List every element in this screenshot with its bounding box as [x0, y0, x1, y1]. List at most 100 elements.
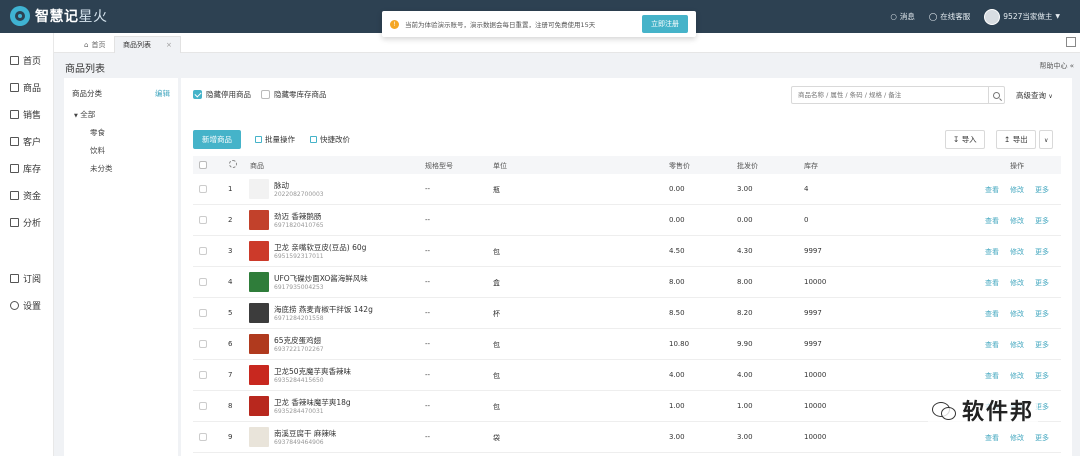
row-checkbox[interactable]	[199, 216, 207, 224]
nav-item-goods[interactable]: 商品	[10, 81, 41, 94]
view-link[interactable]: 查看	[985, 433, 999, 443]
nav-label: 订阅	[23, 275, 42, 285]
product-name[interactable]: 劲迈 香辣鹅肠	[274, 211, 321, 222]
edit-link[interactable]: 修改	[1010, 185, 1024, 195]
category-item[interactable]: 饮料	[90, 145, 105, 156]
stock-cell: 10000	[804, 278, 827, 286]
support-button[interactable]: ◯ 在线客服	[929, 11, 970, 22]
nav-item-inventory[interactable]: 库存	[10, 162, 41, 175]
stock-cell: 10000	[804, 433, 827, 441]
quick-price-button[interactable]: 快捷改价	[310, 134, 350, 145]
view-link[interactable]: 查看	[985, 278, 999, 288]
more-link[interactable]: 更多	[1035, 278, 1049, 288]
hide-zero-stock-checkbox[interactable]: 隐藏零库存商品	[261, 89, 327, 100]
product-name[interactable]: 南溪豆腐干 麻辣味	[274, 428, 336, 439]
add-product-button[interactable]: 新增商品	[193, 130, 241, 149]
retail-price-cell: 10.80	[669, 340, 690, 348]
export-dropdown-button[interactable]: ∨	[1039, 130, 1054, 149]
more-link[interactable]: 更多	[1035, 340, 1049, 350]
nav-item-subscribe[interactable]: 订阅	[10, 272, 41, 285]
advanced-label: 高级查询	[1016, 91, 1046, 100]
more-link[interactable]: 更多	[1035, 185, 1049, 195]
checkbox[interactable]	[261, 90, 270, 99]
row-checkbox[interactable]	[199, 309, 207, 317]
more-link[interactable]: 更多	[1035, 247, 1049, 257]
edit-link[interactable]: 修改	[1010, 278, 1024, 288]
view-link[interactable]: 查看	[985, 247, 999, 257]
row-checkbox[interactable]	[199, 278, 207, 286]
help-center-link[interactable]: 帮助中心 «	[1039, 61, 1074, 71]
nav-label: 分析	[23, 219, 42, 229]
retail-price-cell: 1.00	[669, 402, 685, 410]
close-icon[interactable]: ×	[166, 41, 172, 49]
advanced-search-toggle[interactable]: 高级查询 ∨	[1016, 90, 1053, 101]
hide-disabled-checkbox[interactable]: 隐藏停用商品	[193, 89, 251, 100]
category-item[interactable]: 未分类	[90, 163, 113, 174]
product-name[interactable]: 卫龙 香辣味魔芋爽18g	[274, 397, 351, 408]
table-row[interactable]: 3 卫龙 亲嘴软豆皮(豆品) 60g 6951592317011 -- 包 4.50 4.3…	[193, 236, 1061, 267]
category-edit-link[interactable]: 编辑	[155, 88, 170, 99]
tab-product-list[interactable]: 商品列表 ×	[114, 36, 181, 53]
product-name[interactable]: 卫龙50克魔芋爽香辣味	[274, 366, 351, 377]
view-link[interactable]: 查看	[985, 309, 999, 319]
more-link[interactable]: 更多	[1035, 309, 1049, 319]
wechat-icon	[932, 400, 956, 420]
import-label: 导入	[961, 135, 977, 144]
table-row[interactable]: 1 脉动 2022082700003 -- 瓶 0.00 3.00 4 查看 修改 更多	[193, 174, 1061, 205]
edit-link[interactable]: 修改	[1010, 247, 1024, 257]
search-input[interactable]	[792, 87, 988, 103]
view-link[interactable]: 查看	[985, 185, 999, 195]
more-link[interactable]: 更多	[1035, 371, 1049, 381]
import-button[interactable]: ↧ 导入	[945, 130, 985, 149]
product-name[interactable]: 海底捞 燕麦青椒干拌饭 142g	[274, 304, 373, 315]
search-icon	[993, 91, 1000, 99]
header-spec: 规格型号	[425, 162, 453, 170]
checkbox-checked[interactable]	[193, 90, 202, 99]
table-row[interactable]: 7 卫龙50克魔芋爽香辣味 6935284415650 -- 包 4.00 4.00 1000…	[193, 360, 1061, 391]
table-row[interactable]: 2 劲迈 香辣鹅肠 6971820410765 -- 0.00 0.00 0 查看 修改 更多	[193, 205, 1061, 236]
view-link[interactable]: 查看	[985, 340, 999, 350]
table-row[interactable]: 6 65克皮蛋鸡翅 6937221702267 -- 包 10.80 9.90 9997 查看 修…	[193, 329, 1061, 360]
nav-item-funds[interactable]: 资金	[10, 189, 41, 202]
select-all-checkbox[interactable]	[199, 161, 207, 169]
nav-item-home[interactable]: 首页	[10, 54, 41, 67]
more-link[interactable]: 更多	[1035, 433, 1049, 443]
app-logo[interactable]: 智慧记星火	[10, 5, 108, 27]
edit-link[interactable]: 修改	[1010, 433, 1024, 443]
edit-link[interactable]: 修改	[1010, 216, 1024, 226]
table-row[interactable]: 5 海底捞 燕麦青椒干拌饭 142g 6971284201558 -- 杯 8.50 8.2…	[193, 298, 1061, 329]
product-name[interactable]: UFO飞碟炒面XO酱海鲜风味	[274, 273, 368, 284]
product-name[interactable]: 65克皮蛋鸡翅	[274, 335, 321, 346]
product-name[interactable]: 卫龙 亲嘴软豆皮(豆品) 60g	[274, 242, 366, 253]
nav-item-customer[interactable]: 客户	[10, 135, 41, 148]
row-checkbox[interactable]	[199, 433, 207, 441]
category-item-all[interactable]: ▼ 全部	[74, 109, 95, 120]
more-link[interactable]: 更多	[1035, 216, 1049, 226]
messages-button[interactable]: ○ 消息	[890, 11, 915, 22]
nav-item-analysis[interactable]: 分析	[10, 216, 41, 229]
edit-link[interactable]: 修改	[1010, 309, 1024, 319]
column-settings-icon[interactable]	[229, 160, 237, 168]
fullscreen-icon[interactable]	[1066, 37, 1076, 47]
nav-item-sales[interactable]: 销售	[10, 108, 41, 121]
user-menu[interactable]: 9527当家做主 ▼	[984, 8, 1060, 25]
row-checkbox[interactable]	[199, 371, 207, 379]
row-checkbox[interactable]	[199, 340, 207, 348]
row-checkbox[interactable]	[199, 185, 207, 193]
edit-link[interactable]: 修改	[1010, 371, 1024, 381]
row-checkbox[interactable]	[199, 247, 207, 255]
nav-item-settings[interactable]: 设置	[10, 299, 41, 312]
register-button[interactable]: 立即注册	[642, 15, 688, 33]
product-name[interactable]: 脉动	[274, 180, 289, 191]
view-link[interactable]: 查看	[985, 216, 999, 226]
category-item[interactable]: 零食	[90, 127, 105, 138]
row-checkbox[interactable]	[199, 402, 207, 410]
search-button[interactable]	[988, 87, 1004, 103]
table-row[interactable]: 4 UFO飞碟炒面XO酱海鲜风味 6917935004253 -- 盒 8.00 8.00 1…	[193, 267, 1061, 298]
unit-cell: 杯	[493, 310, 500, 318]
export-button[interactable]: ↥ 导出	[996, 130, 1036, 149]
view-link[interactable]: 查看	[985, 371, 999, 381]
batch-operation-button[interactable]: 批量操作	[255, 134, 295, 145]
tab-home[interactable]: ⌂ 首页	[76, 36, 113, 53]
edit-link[interactable]: 修改	[1010, 340, 1024, 350]
